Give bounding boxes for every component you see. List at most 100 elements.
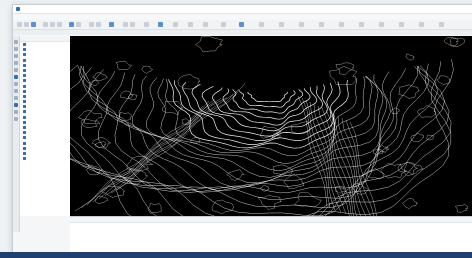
contour-line xyxy=(115,61,133,70)
layer-checkbox-icon[interactable] xyxy=(23,136,26,140)
side-tool-icon[interactable] xyxy=(14,103,18,107)
tool-icon[interactable] xyxy=(279,22,284,27)
layer-checkbox-icon[interactable] xyxy=(23,43,26,46)
layer-checkbox-icon[interactable] xyxy=(23,131,26,135)
output-log xyxy=(70,223,472,253)
side-tool-icon[interactable] xyxy=(14,54,18,58)
tool-icon[interactable] xyxy=(173,22,178,27)
contour-line xyxy=(259,184,270,192)
side-tool-icon[interactable] xyxy=(14,82,18,86)
side-tool-icon[interactable] xyxy=(14,117,18,121)
contour-line xyxy=(401,198,418,209)
side-tool-icon[interactable] xyxy=(14,110,18,114)
contour-line xyxy=(335,62,355,75)
tool-icon[interactable] xyxy=(144,22,149,27)
contour-line xyxy=(94,141,107,149)
side-tool-icon[interactable] xyxy=(14,40,18,44)
tool-icon[interactable] xyxy=(96,22,101,27)
contour-line xyxy=(410,133,425,143)
layer-checkbox-icon[interactable] xyxy=(23,146,26,150)
contour-line xyxy=(88,68,407,193)
layer-checkbox-icon[interactable] xyxy=(23,151,26,155)
contour-line xyxy=(195,36,224,53)
layer-checkbox-icon[interactable] xyxy=(23,68,26,72)
layer-checkbox-icon[interactable] xyxy=(23,105,26,109)
tool-icon[interactable] xyxy=(130,22,135,27)
contour-line xyxy=(309,101,342,213)
tool-icon[interactable] xyxy=(221,22,226,27)
contour-line xyxy=(110,88,240,194)
layer-checkbox-icon[interactable] xyxy=(23,115,26,119)
layer-checkbox-icon[interactable] xyxy=(23,63,26,67)
tool-icon[interactable] xyxy=(419,22,424,27)
layer-checkbox-icon[interactable] xyxy=(23,120,26,124)
layer-checkbox-icon[interactable] xyxy=(23,53,26,57)
tool-icon[interactable] xyxy=(31,22,36,27)
tool-icon[interactable] xyxy=(379,22,384,27)
contour-map-viewport[interactable] xyxy=(70,36,472,216)
contour-line xyxy=(147,203,162,214)
layer-item[interactable] xyxy=(20,156,70,161)
app-window xyxy=(12,4,472,254)
contour-line xyxy=(329,66,358,86)
contour-line xyxy=(131,75,379,178)
tool-icon[interactable] xyxy=(319,22,324,27)
layer-checkbox-icon[interactable] xyxy=(23,48,26,52)
layer-checkbox-icon[interactable] xyxy=(23,157,26,161)
title-bar xyxy=(13,5,472,14)
contour-line xyxy=(74,105,204,212)
layer-checkbox-icon[interactable] xyxy=(23,74,26,78)
layer-checkbox-icon[interactable] xyxy=(23,141,26,145)
tool-icon[interactable] xyxy=(299,22,304,27)
tool-icon[interactable] xyxy=(339,22,344,27)
tool-icon[interactable] xyxy=(359,22,364,27)
side-tool-icon[interactable] xyxy=(14,96,18,100)
tool-icon[interactable] xyxy=(43,22,48,27)
contour-line xyxy=(455,204,469,213)
contour-line xyxy=(177,74,201,90)
contour-line xyxy=(81,118,101,128)
left-toolstrip xyxy=(13,36,20,232)
tool-icon[interactable] xyxy=(76,22,81,27)
layer-checkbox-icon[interactable] xyxy=(23,89,26,93)
contour-line xyxy=(226,169,245,181)
tool-icon[interactable] xyxy=(239,22,244,27)
tool-icon[interactable] xyxy=(57,22,62,27)
tool-icon[interactable] xyxy=(158,22,163,27)
layer-checkbox-icon[interactable] xyxy=(23,100,26,104)
tool-icon[interactable] xyxy=(399,22,404,27)
side-tool-icon[interactable] xyxy=(14,47,18,51)
contour-line xyxy=(201,85,324,132)
side-tool-icon[interactable] xyxy=(14,89,18,93)
contour-line xyxy=(334,185,347,194)
layer-checkbox-icon[interactable] xyxy=(23,79,26,83)
layer-checkbox-icon[interactable] xyxy=(23,58,26,62)
tool-icon[interactable] xyxy=(89,22,94,27)
tool-icon[interactable] xyxy=(439,22,444,27)
taskbar xyxy=(0,252,472,258)
contour-line xyxy=(95,195,109,204)
layer-checkbox-icon[interactable] xyxy=(23,110,26,114)
toolbar xyxy=(13,20,472,30)
contour-map-canvas[interactable] xyxy=(70,36,472,216)
side-tool-icon[interactable] xyxy=(14,75,18,79)
tool-icon[interactable] xyxy=(109,22,114,27)
side-tool-icon[interactable] xyxy=(14,68,18,72)
tool-icon[interactable] xyxy=(17,22,22,27)
tool-icon[interactable] xyxy=(203,22,208,27)
contour-line xyxy=(70,61,452,216)
tool-icon[interactable] xyxy=(259,22,264,27)
layer-checkbox-icon[interactable] xyxy=(23,84,26,88)
contour-line xyxy=(257,194,282,210)
tool-icon[interactable] xyxy=(24,22,29,27)
tool-icon[interactable] xyxy=(50,22,55,27)
app-icon xyxy=(16,7,20,11)
contour-line xyxy=(449,37,465,48)
tool-icon[interactable] xyxy=(188,22,193,27)
contour-line xyxy=(141,65,154,74)
tool-icon[interactable] xyxy=(123,22,128,27)
layer-checkbox-icon[interactable] xyxy=(23,126,26,129)
layer-checkbox-icon[interactable] xyxy=(23,94,26,98)
side-tool-icon[interactable] xyxy=(14,61,18,65)
tool-icon[interactable] xyxy=(69,22,74,27)
